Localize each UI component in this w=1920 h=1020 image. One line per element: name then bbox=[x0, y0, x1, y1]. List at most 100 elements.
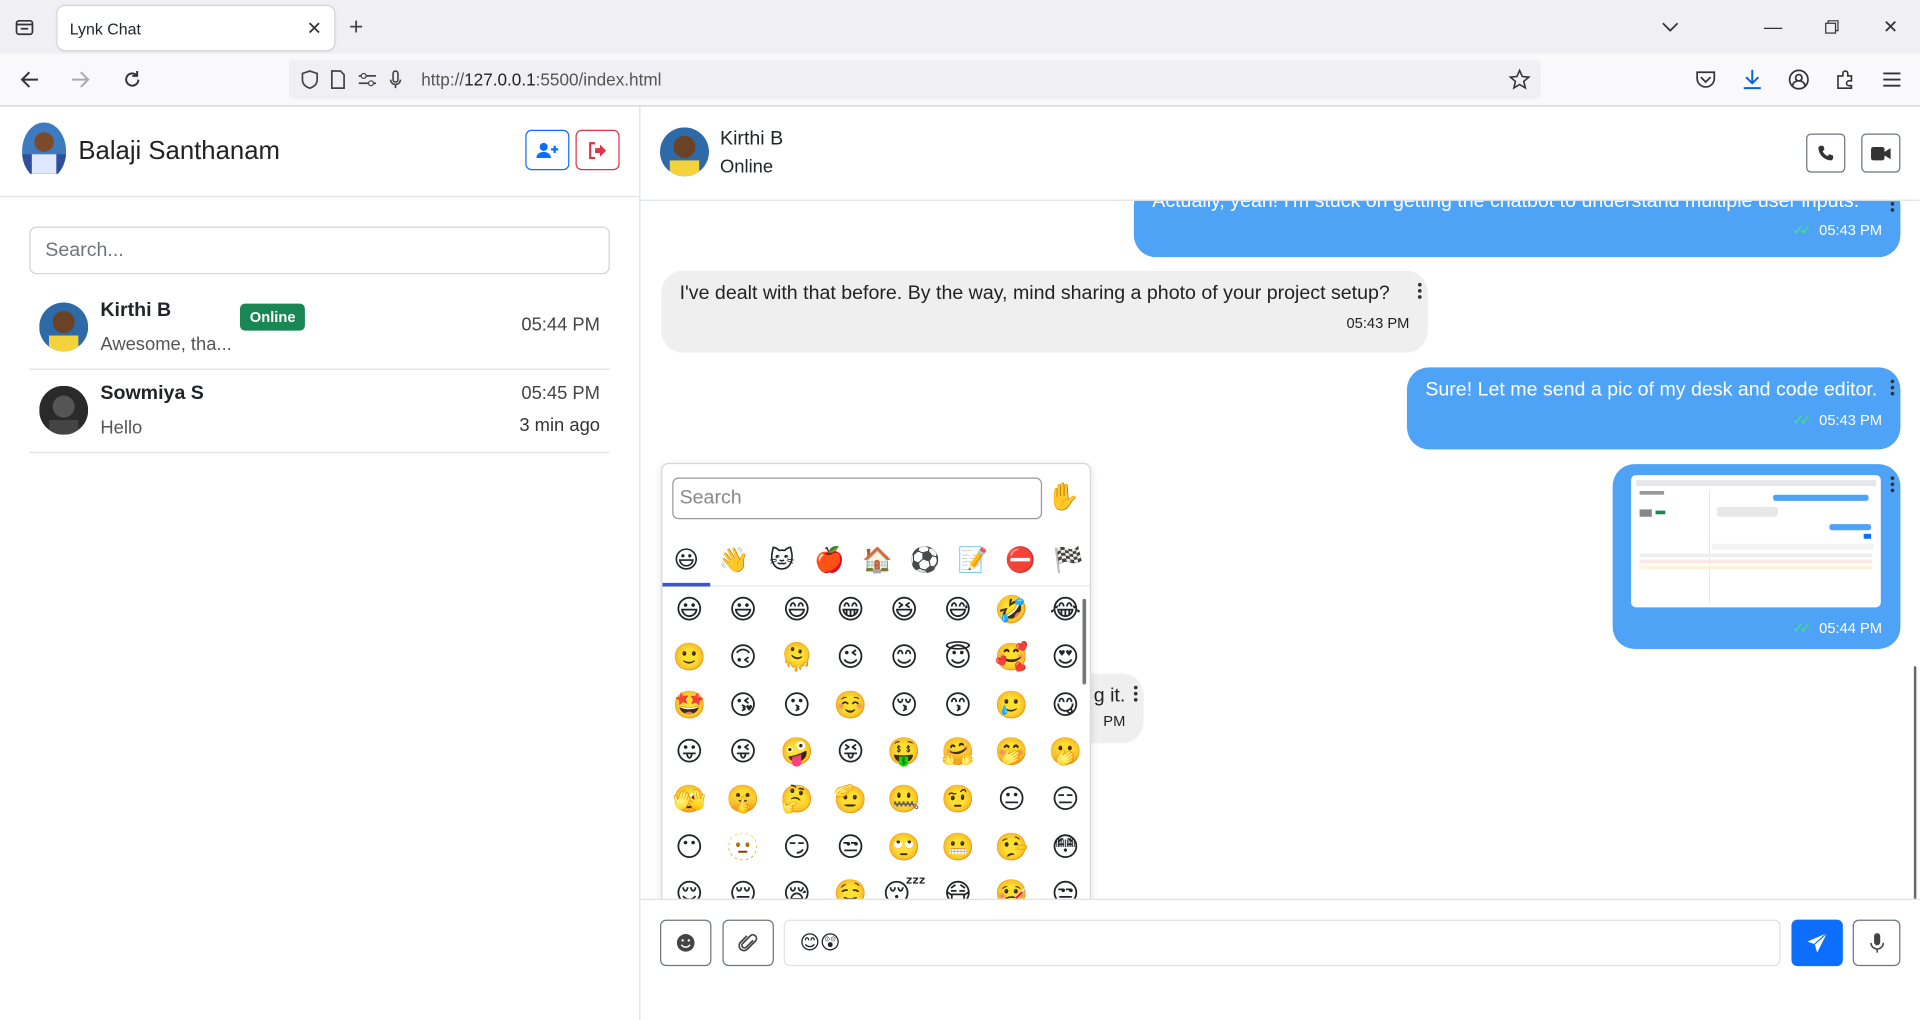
emoji-option[interactable]: 😔 bbox=[716, 871, 770, 899]
skin-tone-selector[interactable]: ✋ bbox=[1046, 481, 1080, 513]
add-user-button[interactable] bbox=[525, 129, 570, 171]
emoji-option[interactable]: 😁 bbox=[824, 587, 878, 634]
emoji-category-activities[interactable]: ⚽ bbox=[901, 535, 949, 585]
voice-message-button[interactable] bbox=[1852, 919, 1901, 967]
bookmark-star-icon[interactable] bbox=[1508, 68, 1531, 95]
message-input[interactable]: 😊😲 bbox=[783, 919, 1781, 967]
emoji-option[interactable]: 😬 bbox=[931, 823, 985, 870]
emoji-option[interactable]: 😛 bbox=[662, 729, 716, 776]
emoji-option[interactable]: 🤣 bbox=[985, 587, 1039, 634]
emoji-option[interactable]: 😉 bbox=[824, 634, 878, 681]
account-icon[interactable] bbox=[1783, 62, 1815, 96]
emoji-category-people[interactable]: 👋 bbox=[710, 535, 758, 585]
emoji-category-food[interactable]: 🍎 bbox=[806, 535, 854, 585]
emoji-option[interactable]: 🫥 bbox=[716, 823, 770, 870]
emoji-option[interactable]: 🤪 bbox=[770, 729, 824, 776]
emoji-option[interactable]: 🤥 bbox=[985, 823, 1039, 870]
emoji-option[interactable]: 😚 bbox=[877, 681, 931, 728]
message-options-icon[interactable] bbox=[1890, 379, 1895, 396]
permissions-icon[interactable] bbox=[358, 71, 378, 88]
contact-item-sowmiya[interactable]: Sowmiya S Hello 05:45 PM 3 min ago bbox=[29, 370, 610, 454]
browser-tab[interactable]: Lynk Chat ✕ bbox=[57, 6, 335, 51]
emoji-option[interactable]: 🙄 bbox=[877, 823, 931, 870]
emoji-option[interactable]: 🤫 bbox=[716, 776, 770, 823]
message-options-icon[interactable] bbox=[1890, 476, 1895, 493]
logout-button[interactable] bbox=[575, 129, 620, 171]
message-options-icon[interactable] bbox=[1133, 685, 1138, 702]
emoji-option[interactable]: 😌 bbox=[662, 871, 716, 899]
back-icon[interactable] bbox=[7, 58, 51, 102]
emoji-option[interactable]: 😙 bbox=[931, 681, 985, 728]
tab-list-icon[interactable] bbox=[0, 0, 49, 54]
emoji-option[interactable]: 😒 bbox=[1039, 871, 1090, 899]
emoji-option[interactable]: 🤩 bbox=[662, 681, 716, 728]
minimize-icon[interactable]: — bbox=[1744, 0, 1803, 54]
page-icon[interactable] bbox=[330, 70, 346, 90]
emoji-search-input[interactable]: Search bbox=[672, 477, 1043, 520]
close-window-icon[interactable]: ✕ bbox=[1861, 0, 1920, 54]
video-call-button[interactable] bbox=[1861, 133, 1901, 173]
user-avatar[interactable] bbox=[22, 122, 67, 180]
emoji-option[interactable]: 🫡 bbox=[824, 776, 878, 823]
emoji-category-flags[interactable]: 🏁 bbox=[1044, 535, 1089, 585]
forward-icon[interactable] bbox=[59, 58, 103, 102]
messages-scrollbar[interactable] bbox=[1913, 666, 1917, 899]
emoji-option[interactable]: 😇 bbox=[931, 634, 985, 681]
emoji-option[interactable]: 🤔 bbox=[770, 776, 824, 823]
emoji-option[interactable]: 😒 bbox=[824, 823, 878, 870]
emoji-option[interactable]: 😊 bbox=[877, 634, 931, 681]
emoji-option[interactable]: 🥰 bbox=[985, 634, 1039, 681]
emoji-option[interactable]: 🤑 bbox=[877, 729, 931, 776]
emoji-grid-scrollbar[interactable] bbox=[1082, 598, 1087, 685]
contact-search-input[interactable]: Search... bbox=[29, 226, 610, 275]
emoji-option[interactable]: 😐 bbox=[985, 776, 1039, 823]
emoji-option[interactable]: 🤭 bbox=[985, 729, 1039, 776]
shared-image[interactable] bbox=[1631, 475, 1881, 608]
emoji-option[interactable]: 🙂 bbox=[662, 634, 716, 681]
contact-item-kirthi[interactable]: Kirthi B Online Awesome, tha... 05:44 PM bbox=[29, 287, 610, 370]
chevron-down-icon[interactable] bbox=[1641, 0, 1700, 54]
microphone-icon[interactable] bbox=[389, 70, 402, 90]
emoji-option[interactable]: 😳 bbox=[1039, 823, 1090, 870]
voice-call-button[interactable] bbox=[1806, 133, 1846, 173]
emoji-button[interactable] bbox=[660, 919, 712, 967]
emoji-option[interactable]: 🤒 bbox=[985, 871, 1039, 899]
emoji-category-smileys[interactable]: 😃 bbox=[662, 535, 711, 587]
emoji-option[interactable]: 😗 bbox=[770, 681, 824, 728]
emoji-option[interactable]: 🥲 bbox=[985, 681, 1039, 728]
emoji-category-travel[interactable]: 🏠 bbox=[853, 535, 901, 585]
reload-icon[interactable] bbox=[110, 58, 154, 102]
emoji-option[interactable]: 😘 bbox=[716, 681, 770, 728]
attach-button[interactable] bbox=[722, 919, 774, 967]
emoji-option[interactable]: 🤤 bbox=[824, 871, 878, 899]
emoji-option[interactable]: 🫣 bbox=[662, 776, 716, 823]
emoji-option[interactable]: 🤐 bbox=[877, 776, 931, 823]
emoji-category-symbols[interactable]: ⛔ bbox=[997, 535, 1045, 585]
emoji-option[interactable]: 😏 bbox=[770, 823, 824, 870]
emoji-option[interactable]: 😜 bbox=[716, 729, 770, 776]
emoji-option[interactable]: ☺️ bbox=[824, 681, 878, 728]
send-button[interactable] bbox=[1791, 919, 1843, 967]
emoji-option[interactable]: 😷 bbox=[931, 871, 985, 899]
message-options-icon[interactable] bbox=[1890, 201, 1895, 212]
message-options-icon[interactable] bbox=[1417, 282, 1422, 299]
emoji-option[interactable]: 😶 bbox=[662, 823, 716, 870]
emoji-option[interactable]: 🙃 bbox=[716, 634, 770, 681]
emoji-option[interactable]: 😑 bbox=[1039, 776, 1090, 823]
emoji-option[interactable]: 😃 bbox=[662, 587, 716, 634]
new-tab-icon[interactable]: + bbox=[349, 13, 363, 41]
downloads-icon[interactable] bbox=[1736, 62, 1768, 96]
emoji-option[interactable]: 🫠 bbox=[770, 634, 824, 681]
close-tab-icon[interactable]: ✕ bbox=[307, 17, 322, 39]
emoji-category-objects[interactable]: 📝 bbox=[949, 535, 997, 585]
emoji-option[interactable]: 🤗 bbox=[931, 729, 985, 776]
emoji-option[interactable]: 😄 bbox=[770, 587, 824, 634]
emoji-option[interactable]: 😴 bbox=[877, 871, 931, 899]
address-bar[interactable]: http://127.0.0.1:5500/index.html bbox=[288, 60, 1541, 100]
restore-icon[interactable] bbox=[1802, 0, 1861, 54]
emoji-option[interactable]: 😋 bbox=[1039, 681, 1090, 728]
pocket-icon[interactable] bbox=[1690, 62, 1722, 96]
shield-icon[interactable] bbox=[301, 70, 319, 90]
emoji-option[interactable]: 🤨 bbox=[931, 776, 985, 823]
emoji-option[interactable]: 🫢 bbox=[1039, 729, 1090, 776]
